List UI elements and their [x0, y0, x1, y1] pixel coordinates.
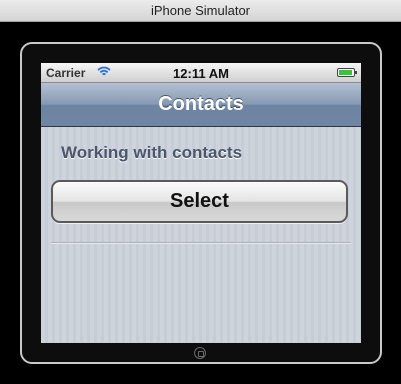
nav-title: Contacts: [158, 93, 244, 115]
status-time: 12:11 AM: [173, 66, 229, 81]
battery-level: [339, 70, 352, 75]
home-button[interactable]: [194, 347, 206, 359]
window-title: iPhone Simulator: [151, 3, 250, 18]
battery-icon: [337, 68, 357, 77]
status-bar: Carrier 12:11 AM: [41, 63, 361, 83]
navigation-bar: Contacts: [41, 83, 361, 127]
divider: [51, 242, 351, 243]
select-button[interactable]: Select: [51, 180, 348, 223]
iphone-screen: Carrier 12:11 AM Contacts Working with c…: [41, 63, 361, 343]
section-heading: Working with contacts: [61, 143, 243, 162]
window-title-bar: iPhone Simulator: [0, 0, 401, 22]
